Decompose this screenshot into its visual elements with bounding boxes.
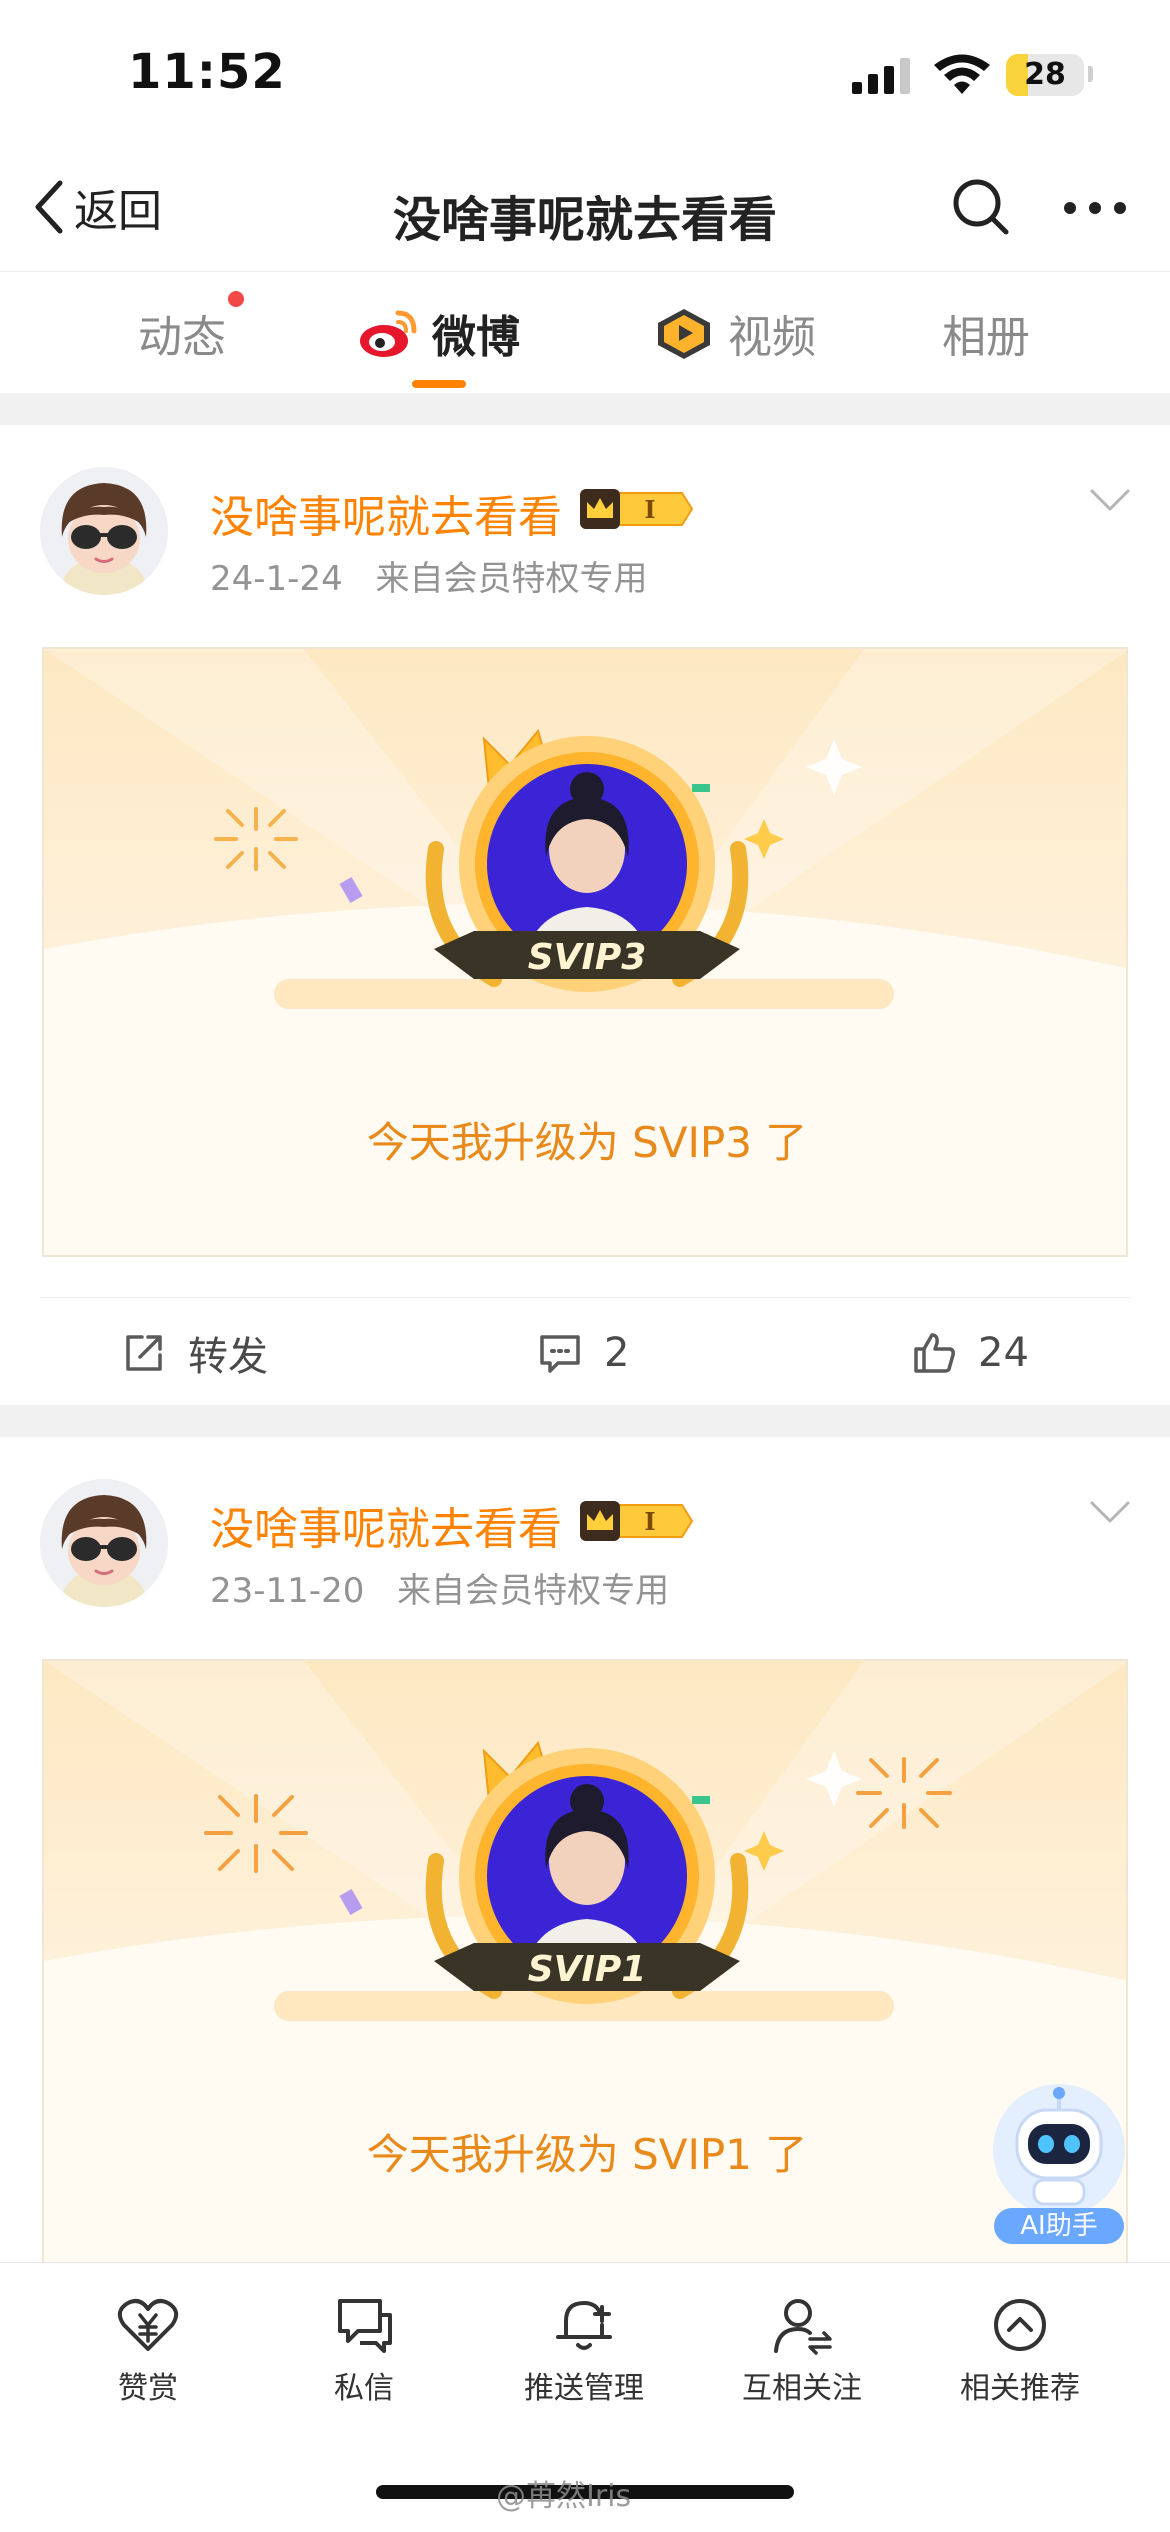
chevron-up-circle-icon xyxy=(994,2299,1046,2351)
search-icon[interactable] xyxy=(950,176,1012,238)
status-time: 11:52 xyxy=(128,44,286,100)
tab-label: 微博 xyxy=(432,312,520,363)
section-divider xyxy=(0,1405,1170,1437)
active-tab-indicator xyxy=(412,380,466,388)
battery-icon: 28 xyxy=(1006,54,1084,96)
tab-video[interactable]: 视频 xyxy=(652,303,816,363)
post-source: 来自会员特权专用 xyxy=(375,559,648,599)
message-icon xyxy=(338,2299,392,2353)
tab-album[interactable]: 相册 xyxy=(942,303,1030,363)
tab-dynamic[interactable]: 动态 xyxy=(138,303,226,363)
chevron-down-icon[interactable] xyxy=(1088,485,1132,515)
repost-label: 转发 xyxy=(188,1334,268,1380)
svip-upgrade-card[interactable]: SVIP1 今天我升级为 SVIP1 了 xyxy=(42,1659,1128,2269)
chevron-down-icon[interactable] xyxy=(1088,1497,1132,1527)
post-card[interactable]: 没啥事呢就去看看 I 24-1-24 来自会员特权专用 SVIP3 今天我升级为… xyxy=(0,425,1170,1405)
tab-label: 动态 xyxy=(138,312,226,363)
ai-assistant-label: AI助手 xyxy=(994,2208,1124,2244)
status-bar: 11:52 28 xyxy=(0,0,1170,150)
more-icon[interactable] xyxy=(1060,180,1130,236)
watermark: @苒然Iris xyxy=(496,2479,632,2514)
tab-weibo[interactable]: 微博 xyxy=(356,303,520,363)
weibo-logo-icon xyxy=(360,310,417,357)
post-date: 24-1-24 xyxy=(210,559,343,599)
vip-crown-badge-icon[interactable]: I xyxy=(578,487,694,531)
like-button[interactable]: 24 xyxy=(910,1318,1029,1388)
message-button[interactable]: 私信 xyxy=(264,2293,464,2407)
post-author-name[interactable]: 没啥事呢就去看看 xyxy=(210,481,562,545)
avatar-image xyxy=(40,1479,168,1607)
comment-count: 2 xyxy=(604,1330,630,1376)
nav-bar: 返回 没啥事呢就去看看 xyxy=(0,150,1170,272)
bell-plus-icon xyxy=(556,2301,612,2350)
avatar[interactable] xyxy=(40,1479,168,1607)
vip-level-text: I xyxy=(644,1507,655,1536)
ai-assistant-button[interactable]: AI助手 xyxy=(984,2080,1134,2248)
post-author-name[interactable]: 没啥事呢就去看看 xyxy=(210,1493,562,1557)
wifi-icon xyxy=(934,54,990,94)
battery-percent: 28 xyxy=(1024,57,1066,92)
vip-level-text: I xyxy=(644,495,655,524)
robot-icon xyxy=(993,2084,1125,2216)
svip-upgrade-card[interactable]: SVIP3 今天我升级为 SVIP3 了 xyxy=(42,647,1128,1257)
post-meta: 23-11-20 来自会员特权专用 xyxy=(210,1563,669,1612)
back-label: 返回 xyxy=(74,186,162,237)
reward-label: 赞赏 xyxy=(118,2371,178,2406)
repost-icon xyxy=(126,1335,162,1371)
thumbs-up-icon xyxy=(914,1333,955,1373)
comment-button[interactable]: 2 xyxy=(536,1318,629,1388)
mutual-follow-icon xyxy=(774,2299,832,2355)
comment-icon xyxy=(540,1335,580,1373)
card-caption: 今天我升级为 SVIP1 了 xyxy=(366,2130,808,2179)
heart-yuan-icon xyxy=(117,2299,179,2351)
like-count: 24 xyxy=(978,1330,1029,1376)
bottom-toolbar: 赞赏 私信 推送管理 互相关注 相关推荐 @苒然Iris xyxy=(0,2262,1170,2532)
profile-tabs: 动态 微博 视频 相册 xyxy=(0,273,1170,393)
post-meta: 24-1-24 来自会员特权专用 xyxy=(210,551,648,600)
battery-cap xyxy=(1088,66,1093,82)
back-button[interactable]: 返回 xyxy=(30,172,162,242)
avatar[interactable] xyxy=(40,467,168,595)
push-settings-button[interactable]: 推送管理 xyxy=(484,2293,684,2407)
mutual-follow-label: 互相关注 xyxy=(742,2371,862,2406)
chevron-left-icon xyxy=(35,180,63,234)
card-caption: 今天我升级为 SVIP3 了 xyxy=(366,1118,808,1167)
post-date: 23-11-20 xyxy=(210,1571,365,1611)
tab-label: 视频 xyxy=(728,312,816,363)
video-badge-icon xyxy=(658,309,710,359)
repost-button[interactable]: 转发 xyxy=(120,1318,268,1388)
post-source: 来自会员特权专用 xyxy=(397,1571,670,1611)
svip-rank-text: SVIP1 xyxy=(528,1949,647,1990)
push-settings-label: 推送管理 xyxy=(524,2371,644,2406)
mutual-follow-button[interactable]: 互相关注 xyxy=(702,2293,902,2407)
reward-button[interactable]: 赞赏 xyxy=(48,2293,248,2407)
tab-label: 相册 xyxy=(942,312,1030,363)
post-action-bar: 转发 2 24 xyxy=(40,1297,1130,1405)
avatar-image xyxy=(40,467,168,595)
vip-crown-badge-icon[interactable]: I xyxy=(578,1499,694,1543)
notification-dot xyxy=(228,291,244,307)
cellular-signal-icon xyxy=(852,58,910,94)
firework-icon xyxy=(214,807,298,871)
section-divider xyxy=(0,393,1170,425)
related-recommend-button[interactable]: 相关推荐 xyxy=(920,2293,1120,2407)
message-label: 私信 xyxy=(334,2371,394,2406)
svip-rank-text: SVIP3 xyxy=(528,937,647,978)
related-recommend-label: 相关推荐 xyxy=(960,2371,1080,2406)
